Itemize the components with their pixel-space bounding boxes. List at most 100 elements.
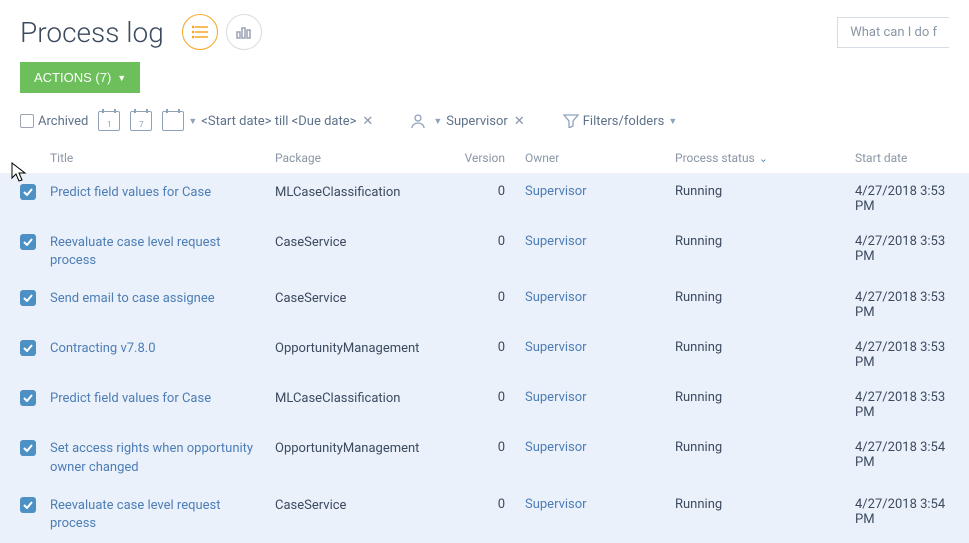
check-icon	[23, 238, 33, 246]
checkbox-icon	[20, 114, 34, 128]
calendar-icon	[162, 111, 184, 131]
row-checkbox[interactable]	[20, 234, 36, 250]
row-version: 0	[498, 497, 505, 512]
owner-filter[interactable]: ▼ Supervisor ✕	[411, 113, 524, 129]
row-owner-link[interactable]: Supervisor	[525, 390, 587, 405]
row-status: Running	[675, 234, 722, 249]
chevron-down-icon: ▼	[668, 116, 677, 127]
row-date: 4/27/2018 3:53 PM	[855, 234, 945, 264]
row-date: 4/27/2018 3:53 PM	[855, 290, 945, 320]
row-owner-link[interactable]: Supervisor	[525, 184, 587, 199]
table-row[interactable]: Set access rights when opportunity owner…	[0, 430, 969, 486]
check-icon	[23, 501, 33, 509]
list-icon	[192, 25, 208, 39]
row-status: Running	[675, 440, 722, 455]
row-checkbox[interactable]	[20, 184, 36, 200]
view-chart-button[interactable]	[226, 14, 262, 50]
row-checkbox[interactable]	[20, 440, 36, 456]
row-owner-link[interactable]: Supervisor	[525, 290, 587, 305]
search-input[interactable]: What can I do f	[837, 17, 949, 48]
row-checkbox[interactable]	[20, 340, 36, 356]
check-icon	[23, 344, 33, 352]
row-checkbox[interactable]	[20, 497, 36, 513]
row-title-link[interactable]: Predict field values for Case	[50, 391, 211, 406]
check-icon	[23, 444, 33, 452]
row-date: 4/27/2018 3:54 PM	[855, 497, 945, 527]
col-header-version[interactable]: Version	[463, 151, 525, 165]
row-package: OpportunityManagement	[275, 441, 419, 456]
actions-button[interactable]: ACTIONS (7) ▼	[20, 62, 140, 93]
row-version: 0	[498, 184, 505, 199]
chevron-down-icon: ▼	[188, 116, 197, 127]
col-header-start-date[interactable]: Start date	[855, 151, 949, 165]
col-header-status[interactable]: Process status⌄	[675, 151, 855, 165]
row-version: 0	[498, 290, 505, 305]
calendar-preset-7[interactable]: 7	[130, 111, 152, 131]
chevron-down-icon: ▼	[117, 73, 126, 83]
row-date: 4/27/2018 3:53 PM	[855, 390, 945, 420]
calendar-icon: 1	[98, 111, 120, 131]
row-checkbox[interactable]	[20, 390, 36, 406]
person-icon	[411, 113, 429, 129]
view-list-button[interactable]	[182, 14, 218, 50]
table-row[interactable]: Predict field values for Case MLCaseClass…	[0, 174, 969, 224]
row-date: 4/27/2018 3:54 PM	[855, 440, 945, 470]
row-date: 4/27/2018 3:53 PM	[855, 340, 945, 370]
row-status: Running	[675, 497, 722, 512]
row-version: 0	[498, 390, 505, 405]
col-header-title[interactable]: Title	[50, 151, 275, 165]
close-icon[interactable]: ✕	[514, 114, 525, 129]
table-row[interactable]: Reevaluate case level request process Cas…	[0, 487, 969, 543]
filters-folders-button[interactable]: Filters/folders ▼	[563, 114, 678, 129]
row-package: CaseService	[275, 498, 346, 513]
owner-filter-value: Supervisor	[446, 114, 508, 129]
row-title-link[interactable]: Reevaluate case level request process	[50, 235, 221, 268]
actions-label: ACTIONS (7)	[34, 70, 111, 85]
row-version: 0	[498, 234, 505, 249]
row-title-link[interactable]: Set access rights when opportunity owner…	[50, 441, 253, 474]
table-header: Title Package Version Owner Process stat…	[0, 143, 969, 174]
calendar-preset-1[interactable]: 1	[98, 111, 120, 131]
row-owner-link[interactable]: Supervisor	[525, 497, 587, 512]
bar-chart-icon	[236, 25, 252, 39]
row-status: Running	[675, 184, 722, 199]
check-icon	[23, 294, 33, 302]
filters-label: Filters/folders	[583, 114, 665, 129]
table-row[interactable]: Send email to case assignee CaseService 0 S…	[0, 280, 969, 330]
row-status: Running	[675, 390, 722, 405]
col-header-package[interactable]: Package	[275, 151, 463, 165]
row-owner-link[interactable]: Supervisor	[525, 234, 587, 249]
funnel-icon	[563, 114, 579, 128]
date-range-text: <Start date> till <Due date>	[201, 114, 356, 129]
table-row[interactable]: Contracting v7.8.0 OpportunityManagement 0…	[0, 330, 969, 380]
close-icon[interactable]: ✕	[362, 114, 373, 129]
archived-filter[interactable]: Archived	[20, 114, 88, 129]
table-row[interactable]: Reevaluate case level request process Cas…	[0, 224, 969, 280]
row-package: CaseService	[275, 235, 346, 250]
sort-down-icon: ⌄	[759, 152, 768, 165]
chevron-down-icon: ▼	[433, 116, 442, 127]
row-title-link[interactable]: Send email to case assignee	[50, 291, 215, 306]
row-date: 4/27/2018 3:53 PM	[855, 184, 945, 214]
row-version: 0	[498, 440, 505, 455]
row-title-link[interactable]: Contracting v7.8.0	[50, 341, 156, 356]
col-header-owner[interactable]: Owner	[525, 151, 675, 165]
row-status: Running	[675, 340, 722, 355]
date-range-picker[interactable]: ▼ <Start date> till <Due date> ✕	[162, 111, 373, 131]
row-owner-link[interactable]: Supervisor	[525, 340, 587, 355]
archived-label: Archived	[38, 114, 88, 129]
check-icon	[23, 394, 33, 402]
row-title-link[interactable]: Predict field values for Case	[50, 185, 211, 200]
row-status: Running	[675, 290, 722, 305]
row-version: 0	[498, 340, 505, 355]
check-icon	[23, 188, 33, 196]
row-title-link[interactable]: Reevaluate case level request process	[50, 498, 221, 531]
row-package: CaseService	[275, 291, 346, 306]
row-checkbox[interactable]	[20, 290, 36, 306]
row-package: OpportunityManagement	[275, 341, 419, 356]
calendar-icon: 7	[130, 111, 152, 131]
table-row[interactable]: Predict field values for CaseMLCaseClass…	[0, 380, 969, 430]
row-owner-link[interactable]: Supervisor	[525, 440, 587, 455]
row-package: MLCaseClassification	[275, 185, 400, 200]
process-log-table: Title Package Version Owner Process stat…	[0, 143, 969, 543]
